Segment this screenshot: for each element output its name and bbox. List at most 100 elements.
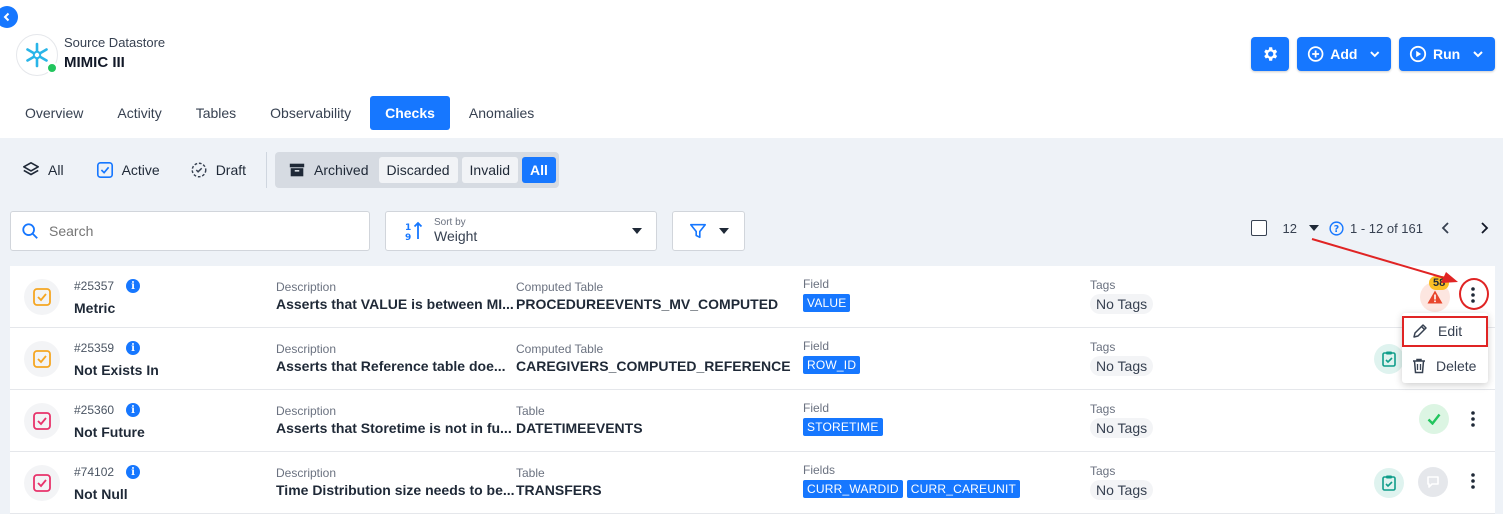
status-indicator[interactable]: [1419, 404, 1449, 434]
check-type-icon-wrap: [24, 279, 60, 315]
check-id: #25357: [74, 279, 115, 293]
comment-indicator[interactable]: [1418, 467, 1448, 497]
filter-draft[interactable]: Draft: [178, 152, 258, 188]
chevron-down-icon: [1370, 51, 1380, 58]
datastore-title: MIMIC III: [64, 54, 125, 71]
info-icon[interactable]: i: [126, 465, 141, 479]
datastore-tabs: Overview Activity Tables Observability C…: [10, 96, 549, 130]
archive-box-icon: [289, 163, 305, 177]
sort-value: Weight: [434, 228, 478, 244]
funnel-icon: [689, 223, 706, 239]
table-value: CAREGIVERS_COMPUTED_REFERENCE: [516, 358, 791, 374]
description-value: Asserts that Storetime is not in fu...: [276, 420, 512, 436]
play-circle-icon: [1409, 45, 1427, 63]
filter-archived-all[interactable]: All: [522, 157, 556, 183]
row-context-menu: Edit Delete: [1402, 313, 1488, 383]
table-value: TRANSFERS: [516, 482, 602, 498]
select-all-checkbox[interactable]: [1250, 220, 1267, 236]
tab-observability[interactable]: Observability: [255, 96, 366, 130]
page-size-value: 12: [1282, 220, 1297, 236]
pagination: 12 ? 1 - 12 of 161: [1250, 220, 1491, 236]
table-value: DATETIMEEVENTS: [516, 420, 643, 436]
check-id-wrap: #25360 i: [74, 403, 141, 417]
add-button[interactable]: Add: [1297, 37, 1391, 71]
chevron-right-icon[interactable]: [1477, 221, 1491, 235]
field-badge: CURR_CAREUNIT: [906, 480, 1021, 498]
field-badge: VALUE: [803, 294, 851, 312]
header-actions: Add Run: [1251, 37, 1495, 71]
status-indicator[interactable]: [1374, 468, 1404, 498]
search-input[interactable]: [49, 223, 349, 239]
check-name: Not Null: [74, 486, 128, 502]
filter-discarded[interactable]: Discarded: [378, 157, 458, 183]
check-row[interactable]: #74102 i Not Null Description Time Distri…: [10, 452, 1495, 514]
status-indicator[interactable]: [1374, 344, 1404, 374]
menu-item-delete[interactable]: Delete: [1402, 350, 1488, 382]
info-icon[interactable]: i: [126, 341, 141, 355]
settings-button[interactable]: [1251, 37, 1289, 71]
filter-all[interactable]: All: [10, 152, 76, 188]
kebab-icon: [1471, 473, 1475, 489]
connection-status-dot: [46, 62, 58, 74]
chevron-left-icon[interactable]: [1439, 221, 1453, 235]
filter-button[interactable]: [672, 211, 745, 251]
chevron-down-icon: [1473, 51, 1483, 58]
field-label: Field: [803, 277, 830, 291]
tab-activity[interactable]: Activity: [102, 96, 176, 130]
description-label: Description: [276, 404, 337, 418]
gear-icon: [1264, 47, 1278, 61]
table-label: Table: [516, 404, 545, 418]
filter-invalid[interactable]: Invalid: [461, 157, 518, 183]
check-row[interactable]: #25360 i Not Future Description Asserts t…: [10, 390, 1495, 452]
help-circle-icon[interactable]: ?: [1329, 220, 1344, 236]
tags-value: No Tags: [1090, 294, 1154, 314]
tab-overview[interactable]: Overview: [10, 96, 98, 130]
page-size-select[interactable]: 12: [1283, 221, 1319, 236]
description-value: Asserts that VALUE is between MI...: [276, 296, 514, 312]
field-label: Field: [803, 401, 830, 415]
more-options-button[interactable]: [1463, 407, 1483, 431]
filter-active[interactable]: Active: [84, 152, 172, 188]
field-badge: STORETIME: [803, 418, 883, 436]
archived-filter-group: Archived Discarded Invalid All: [275, 152, 559, 188]
search-box: [10, 211, 370, 251]
edit-highlight-box: [1402, 316, 1488, 347]
sort-text: Sort by Weight: [434, 217, 632, 245]
back-button[interactable]: [0, 6, 18, 28]
info-icon[interactable]: i: [126, 403, 141, 417]
info-icon[interactable]: i: [126, 279, 141, 293]
table-value: PROCEDUREEVENTS_MV_COMPUTED: [516, 296, 779, 312]
tab-anomalies[interactable]: Anomalies: [454, 96, 549, 130]
table-label: Computed Table: [516, 280, 604, 294]
caret-down-icon: [632, 228, 642, 234]
check-id-wrap: #74102 i: [74, 465, 141, 479]
sort-caption: Sort by: [434, 217, 466, 228]
filter-archived-label: Archived: [314, 162, 369, 178]
highlight-circle: [1459, 278, 1489, 310]
run-button[interactable]: Run: [1399, 37, 1495, 71]
table-label: Computed Table: [516, 342, 604, 356]
description-label: Description: [276, 466, 337, 480]
more-options-button[interactable]: [1463, 469, 1483, 493]
filter-active-label: Active: [121, 162, 160, 178]
check-type-icon-wrap: [24, 465, 60, 501]
filter-draft-label: Draft: [215, 162, 247, 178]
check-row[interactable]: #25359 i Not Exists In Description Assert…: [10, 328, 1495, 390]
kebab-icon: [1471, 411, 1475, 427]
tab-checks[interactable]: Checks: [370, 96, 450, 130]
svg-text:1: 1: [405, 223, 411, 233]
tags-value: No Tags: [1090, 480, 1154, 500]
check-square-icon: [33, 412, 51, 430]
field-label: Field: [803, 339, 830, 353]
sort-select[interactable]: 1 9 Sort by Weight: [385, 211, 657, 251]
tab-tables[interactable]: Tables: [181, 96, 251, 130]
filter-archived[interactable]: Archived: [278, 161, 374, 179]
description-label: Description: [276, 280, 337, 294]
datastore-logo: [16, 34, 58, 76]
check-square-icon: [33, 350, 51, 368]
check-row[interactable]: #25357 i Metric Description Asserts that …: [10, 266, 1495, 328]
draft-circle-icon: [191, 162, 207, 178]
trash-icon: [1413, 358, 1425, 374]
clipboard-check-icon: [1382, 475, 1396, 491]
tags-label: Tags: [1090, 278, 1116, 292]
